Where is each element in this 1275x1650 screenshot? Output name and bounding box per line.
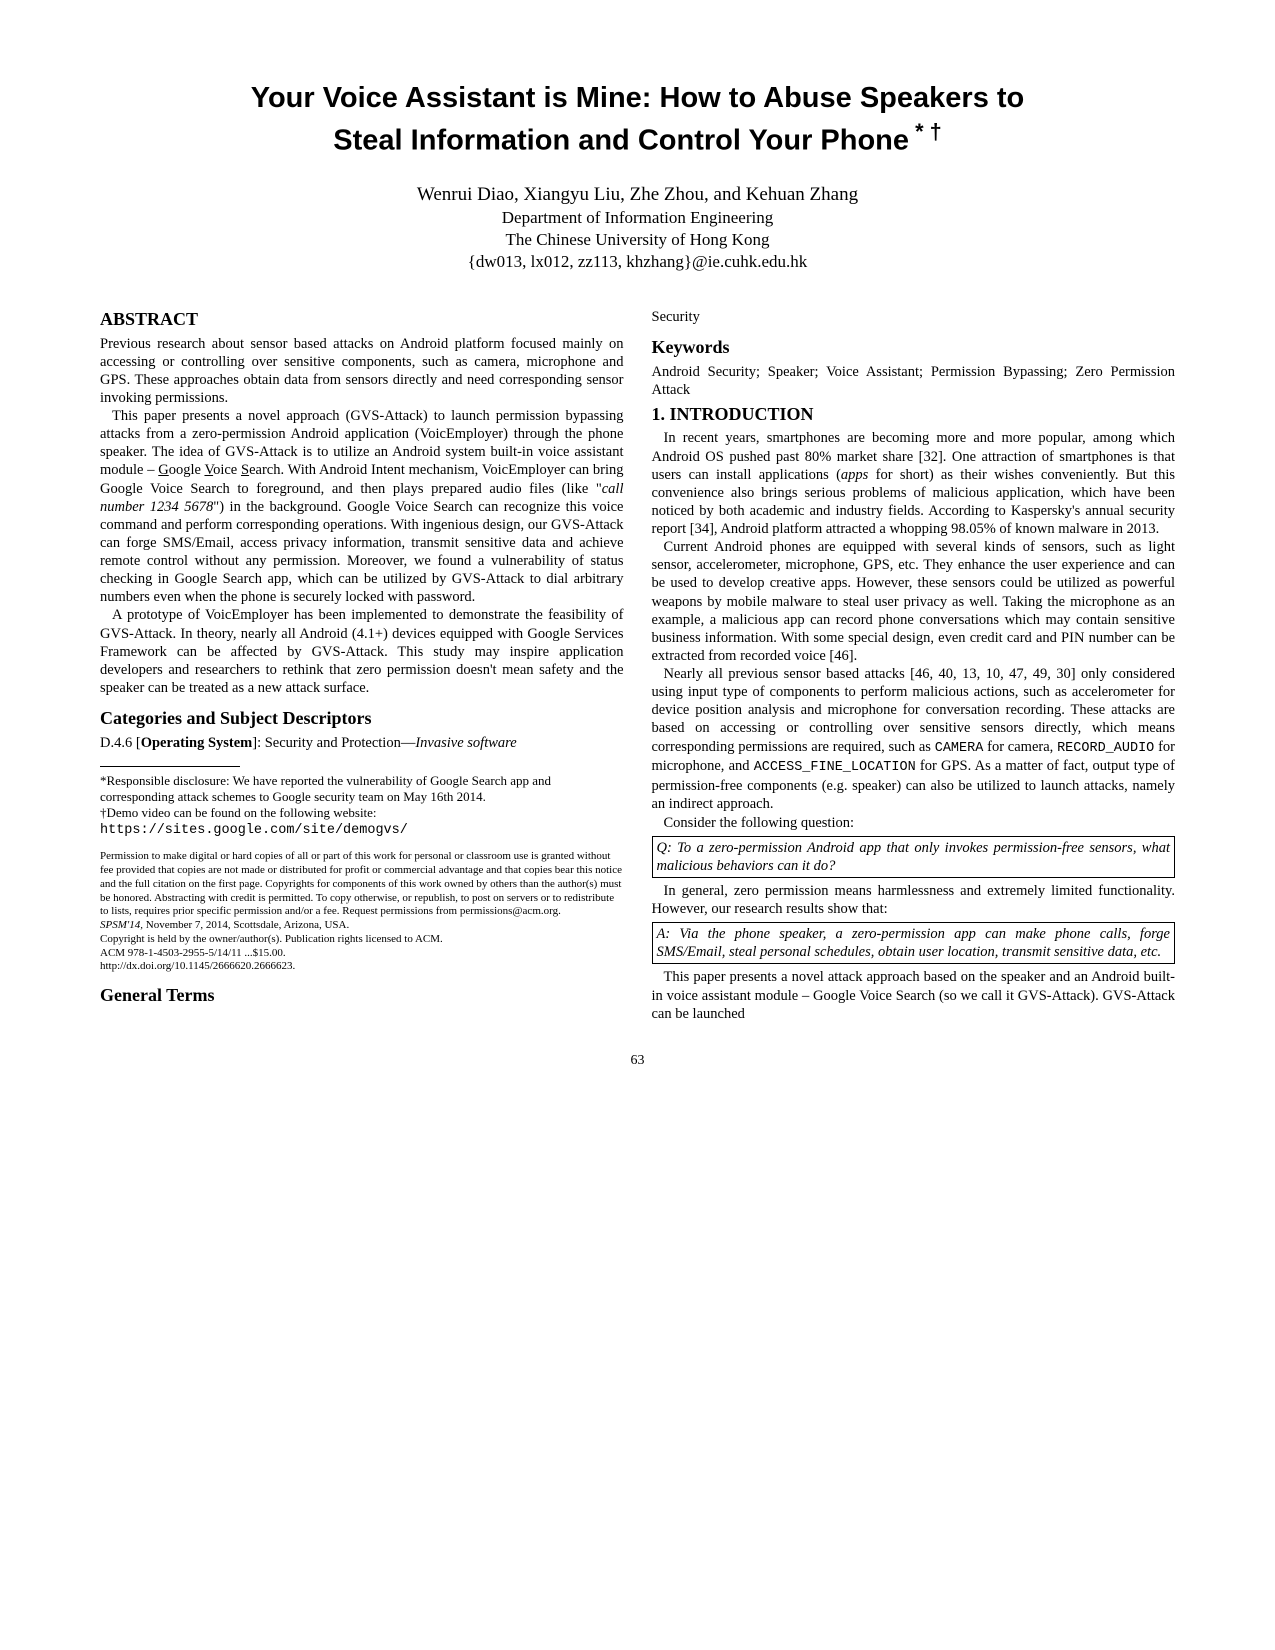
affiliation-dept: Department of Information Engineering [100, 208, 1175, 228]
keywords-text: Android Security; Speaker; Voice Assista… [652, 363, 1176, 399]
title-line-2: Steal Information and Control Your Phone [333, 124, 909, 156]
permission-text: Permission to make digital or hard copie… [100, 850, 624, 919]
paper-title: Your Voice Assistant is Mine: How to Abu… [100, 80, 1175, 160]
page-number: 63 [100, 1053, 1175, 1069]
title-footnote-marks: * † [909, 119, 942, 144]
permission-doi: http://dx.doi.org/10.1145/2666620.266662… [100, 960, 624, 974]
categories-heading: Categories and Subject Descriptors [100, 707, 624, 730]
general-terms-heading: General Terms [100, 984, 624, 1007]
intro-para-2: Current Android phones are equipped with… [652, 538, 1176, 665]
intro-para-3: Nearly all previous sensor based attacks… [652, 665, 1176, 814]
permission-isbn: ACM 978-1-4503-2955-5/14/11 ...$15.00. [100, 947, 624, 961]
footnote-dagger: †Demo video can be found on the followin… [100, 805, 624, 840]
abstract-para-3: A prototype of VoicEmployer has been imp… [100, 606, 624, 697]
general-terms-text: Security [652, 308, 1176, 326]
abstract-heading: ABSTRACT [100, 308, 624, 331]
author-emails: {dw013, lx012, zz113, khzhang}@ie.cuhk.e… [100, 252, 1175, 272]
introduction-heading: 1. INTRODUCTION [652, 403, 1176, 426]
footnote-separator [100, 766, 240, 767]
permission-block: Permission to make digital or hard copie… [100, 850, 624, 974]
intro-para-6: This paper presents a novel attack appro… [652, 968, 1176, 1022]
answer-box: A: Via the phone speaker, a zero-permiss… [652, 922, 1176, 964]
footnote-star: *Responsible disclosure: We have reporte… [100, 773, 624, 806]
abstract-para-2: This paper presents a novel approach (GV… [100, 407, 624, 606]
question-box: Q: To a zero-permission Android app that… [652, 836, 1176, 878]
author-list: Wenrui Diao, Xiangyu Liu, Zhe Zhou, and … [100, 184, 1175, 206]
two-column-body: ABSTRACT Previous research about sensor … [100, 308, 1175, 1023]
affiliation-univ: The Chinese University of Hong Kong [100, 230, 1175, 250]
intro-para-4: Consider the following question: [652, 814, 1176, 832]
intro-para-1: In recent years, smartphones are becomin… [652, 429, 1176, 538]
keywords-heading: Keywords [652, 336, 1176, 359]
categories-text: D.4.6 [Operating System]: Security and P… [100, 734, 624, 752]
title-line-1: Your Voice Assistant is Mine: How to Abu… [251, 82, 1025, 114]
abstract-para-1: Previous research about sensor based att… [100, 335, 624, 408]
permission-venue: SPSM'14, November 7, 2014, Scottsdale, A… [100, 919, 624, 933]
intro-para-5: In general, zero permission means harmle… [652, 882, 1176, 918]
permission-copyright: Copyright is held by the owner/author(s)… [100, 933, 624, 947]
